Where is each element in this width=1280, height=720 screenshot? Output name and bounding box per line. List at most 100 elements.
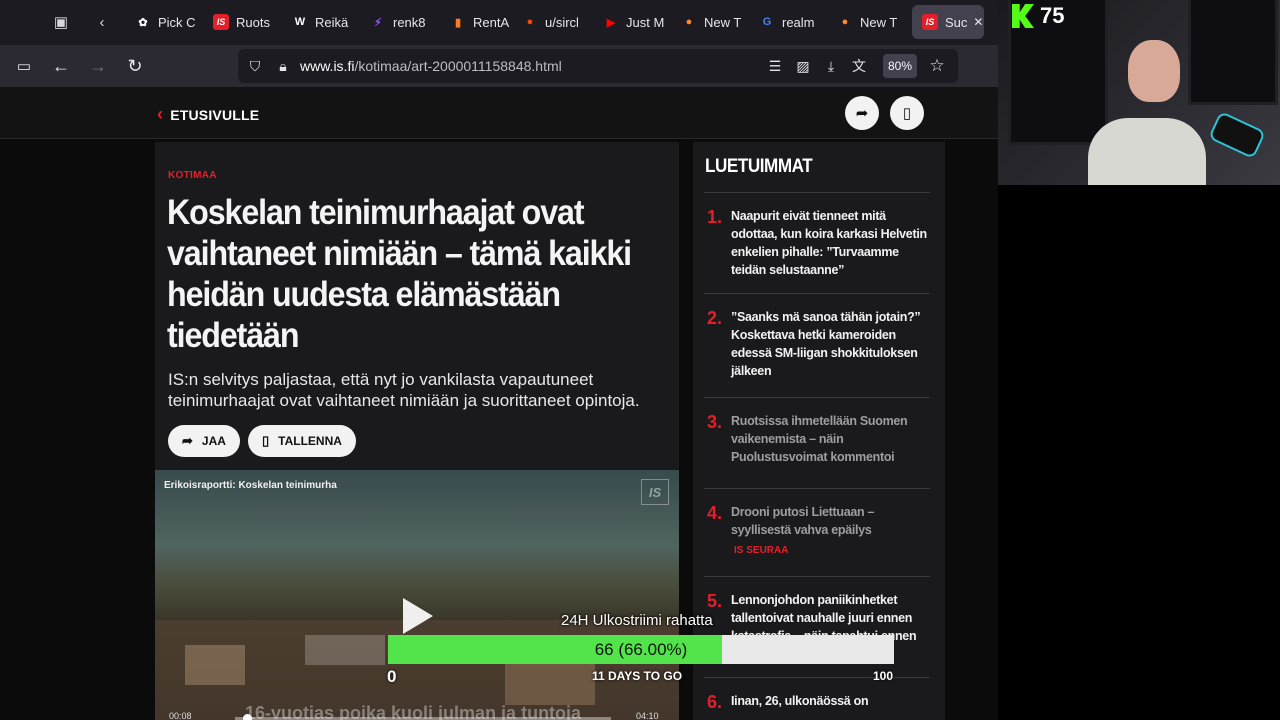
save-article-label: TALLENNA <box>278 434 342 448</box>
url-text[interactable]: www.is.fi/kotimaa/art-2000011158848.html <box>300 58 562 74</box>
share-article-label: JAA <box>201 434 226 448</box>
browser-tab-label: Reikä <box>315 14 349 30</box>
url-bar[interactable]: ⛉ 🔒︎ www.is.fi/kotimaa/art-2000011158848… <box>238 49 958 83</box>
browser-tab[interactable]: Grealm <box>759 5 827 39</box>
share-button[interactable]: ➦ <box>845 96 879 130</box>
video-building <box>185 645 245 685</box>
chevron-left-icon: ‹ <box>157 104 164 124</box>
browser-tab-label: Ruots <box>236 14 270 30</box>
reader-view-icon[interactable]: ☰ <box>764 55 786 77</box>
tab-overview-icon[interactable]: ▣ <box>47 8 75 36</box>
download-icon[interactable]: ⤓ <box>820 55 842 77</box>
tab-bar: ▣ ‹ ✿ Pick C IS Ruots W Reikä ⚡︎ renk8 ▮ RentA ● u/… <box>0 0 998 45</box>
flower-icon: ✿ <box>138 16 148 29</box>
webcam-person <box>1088 118 1206 185</box>
article-category[interactable]: KOTIMAA <box>168 170 217 181</box>
firefox-icon: ● <box>685 16 693 28</box>
browser-tab-label: New T <box>704 14 742 30</box>
sidebar-toggle-icon[interactable]: ▭ <box>10 52 38 80</box>
tab-scroll-left-icon[interactable]: ‹ <box>88 8 116 36</box>
most-read-item[interactable]: 1. Naapurit eivät tienneet mitä odottaa, … <box>704 192 930 292</box>
reload-icon[interactable]: ↻ <box>121 52 149 80</box>
forward-arrow-icon[interactable]: → <box>84 52 112 80</box>
most-read-item[interactable]: 4. Drooni putosi Liettuaan – syyllisestä … <box>704 488 930 575</box>
browser-tab-label: RentA <box>473 14 510 30</box>
is-logo-icon: IS <box>922 14 938 30</box>
picture-icon[interactable]: ▨ <box>792 55 814 77</box>
browser-tab[interactable]: W Reikä <box>292 5 360 39</box>
most-read-item[interactable]: 2. ”Saanks mä sanoa tähän jotain?” Kosket… <box>704 293 930 396</box>
most-read-tag: IS SEURAA <box>734 545 789 556</box>
most-read-headline: ”Saanks mä sanoa tähän jotain?” Kosketta… <box>731 310 921 378</box>
most-read-headline: Iinan, 26, ulkonäössä on <box>731 694 869 708</box>
share-icon: ➦ <box>855 105 869 122</box>
webcam-person-head <box>1128 40 1180 102</box>
stream-goal-max: 100 <box>873 669 894 683</box>
article: KOTIMAA Koskelan teinimurhaajat ovat vai… <box>155 142 679 720</box>
browser-tab-label: renk8 <box>393 14 426 30</box>
browser-tab[interactable]: ● New T <box>837 5 905 39</box>
bolt-icon: ⚡︎ <box>374 16 382 29</box>
stream-goal-days: 11 DAYS TO GO <box>592 669 683 683</box>
browser-tab[interactable]: ▮ RentA <box>450 5 512 39</box>
save-article-button[interactable]: ▯ TALLENNA <box>248 425 356 457</box>
youtube-icon: ▶ <box>606 16 616 29</box>
browser-tab[interactable]: IS Suc ✕ <box>912 5 984 39</box>
browser-tab[interactable]: ▶ Just M <box>603 5 671 39</box>
video-time-elapsed: 00:08 <box>169 711 192 720</box>
back-link-label: ETUSIVULLE <box>170 106 260 123</box>
article-headline: Koskelan teinimurhaajat ovat vaihtaneet … <box>167 193 632 355</box>
browser-tab-label: Suc <box>945 14 968 30</box>
shield-icon[interactable]: ⛉ <box>244 55 266 77</box>
firefox-icon: ● <box>841 16 849 28</box>
share-icon: ➦ <box>182 433 193 448</box>
back-arrow-icon[interactable]: ← <box>47 52 75 80</box>
browser-tab[interactable]: ⚡︎ renk8 <box>370 5 440 39</box>
url-domain: www.is.fi <box>300 58 355 74</box>
url-path: /kotimaa/art-2000011158848.html <box>354 58 562 74</box>
viewer-count: 75 <box>1040 3 1065 28</box>
share-article-button[interactable]: ➦ JAA <box>168 425 240 457</box>
most-read-item[interactable]: 6. Iinan, 26, ulkonäössä on <box>704 677 930 717</box>
most-read-number: 2. <box>707 308 723 328</box>
browser-tab[interactable]: IS Ruots <box>213 5 281 39</box>
video-title: Erikoisraportti: Koskelan teinimurha <box>164 480 337 491</box>
browser-tab-label: Pick C <box>158 14 196 30</box>
browser-tab[interactable]: ● New T <box>681 5 749 39</box>
most-read-number: 5. <box>707 591 723 611</box>
browser-tab[interactable]: ● u/sircl <box>522 5 594 39</box>
wikipedia-icon: W <box>294 16 306 28</box>
video-building <box>305 635 385 665</box>
browser-tab-label: New T <box>860 14 898 30</box>
browser-tab-label: Just M <box>626 14 665 30</box>
article-lead: IS:n selvitys paljastaa, että nyt jo van… <box>168 370 640 410</box>
bookmark-icon: ▯ <box>262 433 270 448</box>
browser-tab-label: realm <box>782 14 815 30</box>
bookmark-button[interactable]: ▯ <box>890 96 924 130</box>
bar-icon: ▮ <box>454 16 462 29</box>
stream-goal-label: 24H Ulkostriimi rahatta <box>561 612 713 629</box>
is-logo-icon: IS <box>641 479 669 505</box>
browser-tab-label: u/sircl <box>545 14 579 30</box>
close-tab-icon[interactable]: ✕ <box>973 15 983 29</box>
navigation-bar: ▭ ← → ↻ ⛉ 🔒︎ www.is.fi/kotimaa/art-20000… <box>0 45 998 87</box>
microphone-icon <box>1208 110 1266 160</box>
most-read-number: 1. <box>707 207 723 227</box>
most-read-item[interactable]: 3. Ruotsissa ihmetellään Suomen vaikenemi… <box>704 397 930 487</box>
stream-goal-min: 0 <box>387 667 397 686</box>
bookmark-star-icon[interactable]: ☆ <box>926 55 948 77</box>
webcam-window <box>1188 0 1278 105</box>
reddit-icon: ● <box>526 16 534 28</box>
zoom-level[interactable]: 80% <box>883 54 917 78</box>
browser-tab[interactable]: ✿ Pick C <box>135 5 203 39</box>
bookmark-icon: ▯ <box>902 105 912 122</box>
play-icon[interactable] <box>403 598 433 634</box>
translate-icon[interactable]: 文 <box>848 55 870 77</box>
video-progress-handle[interactable] <box>242 714 252 720</box>
page-header: ‹ ETUSIVULLE ➦ ▯ <box>0 87 998 139</box>
lock-icon[interactable]: 🔒︎ <box>272 55 294 77</box>
back-to-front-page-link[interactable]: ‹ ETUSIVULLE <box>157 104 259 125</box>
most-read-headline: Ruotsissa ihmetellään Suomen vaikenemist… <box>731 414 908 464</box>
most-read-headline: Naapurit eivät tienneet mitä odottaa, ku… <box>731 209 927 277</box>
stream-goal-bar: 66 (66.00%) <box>388 635 894 664</box>
